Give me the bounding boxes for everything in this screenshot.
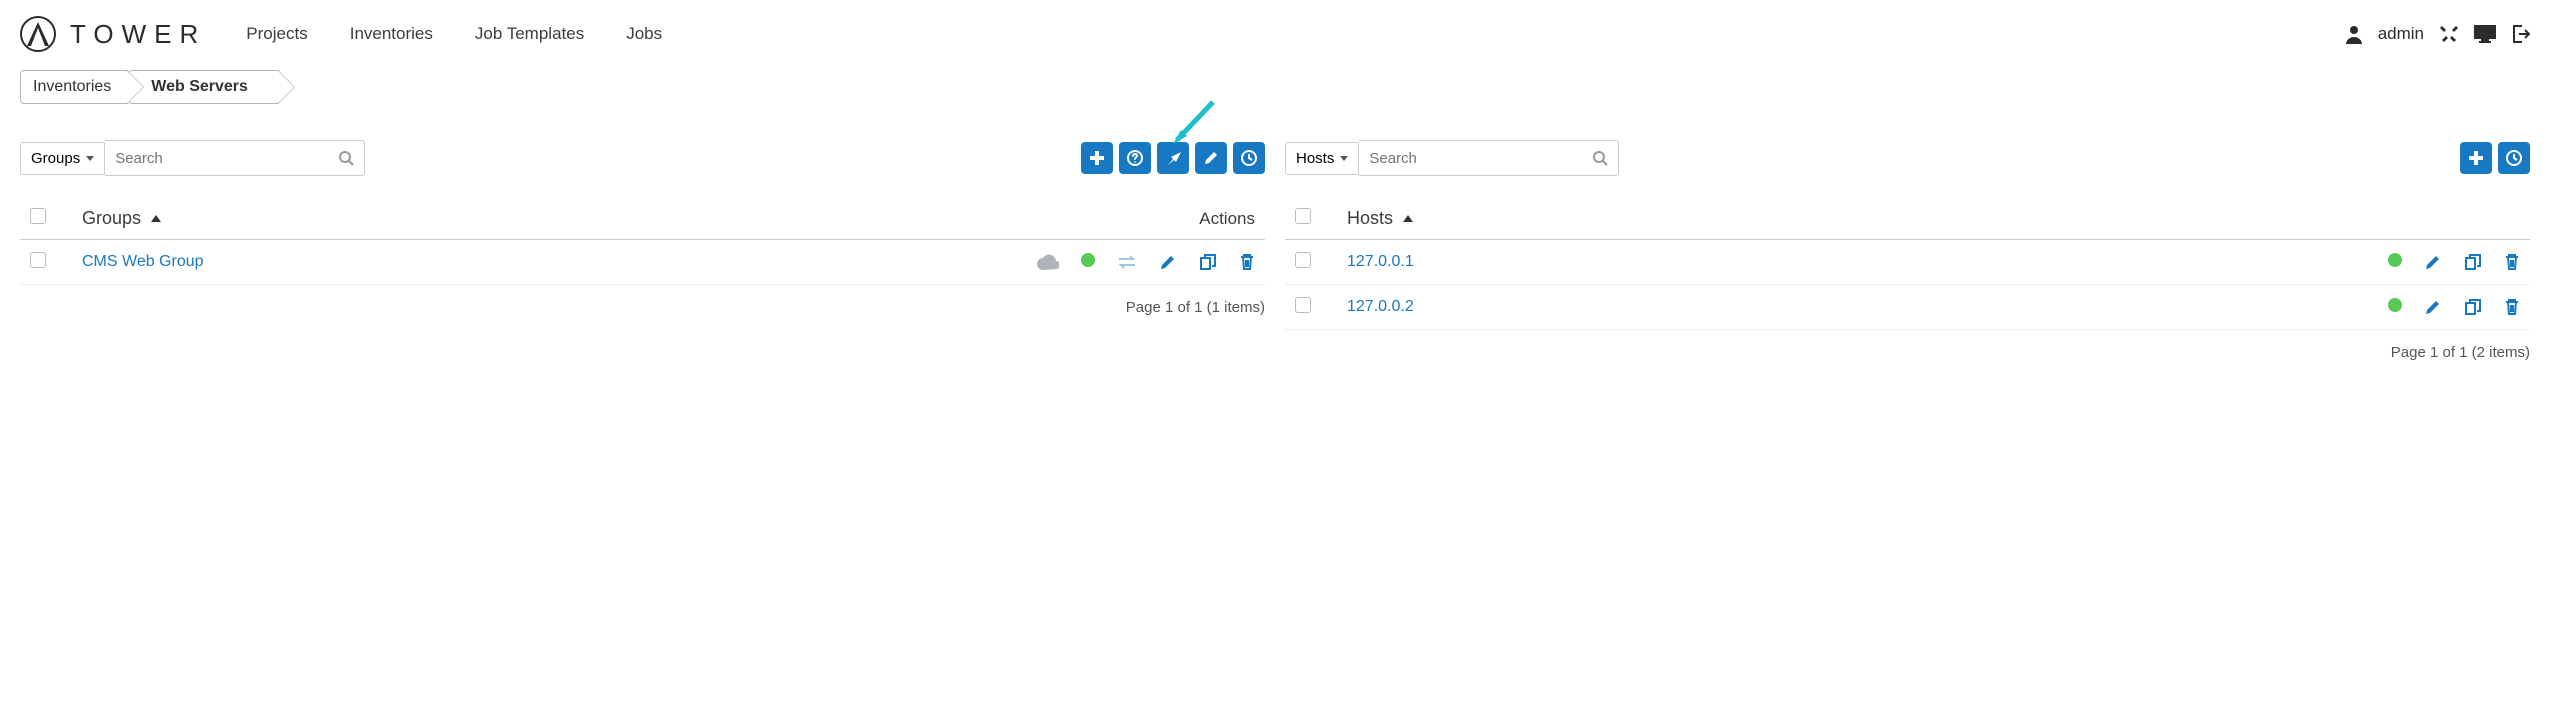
- hosts-filter-dropdown[interactable]: Hosts: [1285, 142, 1359, 175]
- app-header: TOWER Projects Inventories Job Templates…: [20, 10, 2530, 58]
- nav-projects[interactable]: Projects: [246, 24, 307, 44]
- group-name-link[interactable]: CMS Web Group: [82, 253, 204, 270]
- header-right: admin: [2344, 24, 2530, 44]
- logo-text: TOWER: [70, 19, 206, 50]
- search-icon: [338, 150, 354, 166]
- cloud-icon[interactable]: [1037, 253, 1059, 271]
- row-checkbox[interactable]: [1295, 252, 1311, 268]
- hosts-list-header: Hosts: [1285, 198, 2530, 240]
- edit-icon[interactable]: [1159, 253, 1177, 271]
- status-indicator[interactable]: [2388, 298, 2402, 312]
- nav-job-templates[interactable]: Job Templates: [475, 24, 584, 44]
- host-name-link[interactable]: 127.0.0.2: [1347, 298, 1414, 315]
- caret-down-icon: [1340, 156, 1348, 161]
- groups-toolbar: Groups: [20, 140, 1265, 176]
- select-all-checkbox[interactable]: [30, 208, 46, 224]
- run-button[interactable]: [1157, 142, 1189, 174]
- breadcrumb-label: Inventories: [33, 78, 111, 96]
- help-button[interactable]: [1119, 142, 1151, 174]
- breadcrumb-item[interactable]: Inventories: [20, 70, 128, 104]
- groups-search[interactable]: [105, 140, 365, 176]
- nav-inventories[interactable]: Inventories: [350, 24, 433, 44]
- host-name-link[interactable]: 127.0.0.1: [1347, 253, 1414, 270]
- monitor-icon[interactable]: [2474, 25, 2496, 43]
- logout-icon[interactable]: [2510, 24, 2530, 44]
- edit-inventory-button[interactable]: [1195, 142, 1227, 174]
- row-checkbox[interactable]: [1295, 297, 1311, 313]
- select-all-hosts-checkbox[interactable]: [1295, 208, 1311, 224]
- search-icon: [1592, 150, 1608, 166]
- hosts-search[interactable]: [1359, 140, 1619, 176]
- delete-icon[interactable]: [2504, 253, 2520, 271]
- caret-down-icon: [86, 156, 94, 161]
- copy-icon[interactable]: [2464, 253, 2482, 271]
- groups-search-input[interactable]: [115, 150, 338, 167]
- sort-asc-icon: [1403, 215, 1413, 222]
- settings-icon[interactable]: [2438, 24, 2460, 44]
- sync-icon[interactable]: [1117, 253, 1137, 271]
- delete-icon[interactable]: [1239, 253, 1255, 271]
- filter-label: Groups: [31, 150, 80, 167]
- schedule-button[interactable]: [1233, 142, 1265, 174]
- copy-icon[interactable]: [1199, 253, 1217, 271]
- copy-icon[interactable]: [2464, 298, 2482, 316]
- col-actions: Actions: [995, 209, 1255, 229]
- col-hosts[interactable]: Hosts: [1347, 208, 1393, 229]
- nav-jobs[interactable]: Jobs: [626, 24, 662, 44]
- breadcrumb-label: Web Servers: [151, 78, 248, 96]
- add-host-button[interactable]: [2460, 142, 2492, 174]
- breadcrumb: Inventories Web Servers: [20, 70, 279, 104]
- sort-asc-icon: [151, 215, 161, 222]
- hosts-search-input[interactable]: [1369, 150, 1592, 167]
- row-checkbox[interactable]: [30, 252, 46, 268]
- logo-mark: [20, 16, 56, 52]
- add-button[interactable]: [1081, 142, 1113, 174]
- user-name[interactable]: admin: [2378, 24, 2424, 44]
- status-indicator[interactable]: [2388, 253, 2402, 267]
- host-row: 127.0.0.1: [1285, 240, 2530, 285]
- breadcrumb-item-active[interactable]: Web Servers: [128, 70, 279, 104]
- col-groups[interactable]: Groups: [82, 208, 141, 229]
- schedule-hosts-button[interactable]: [2498, 142, 2530, 174]
- edit-icon[interactable]: [2424, 253, 2442, 271]
- hosts-toolbar: Hosts: [1285, 140, 2530, 176]
- delete-icon[interactable]: [2504, 298, 2520, 316]
- groups-pager: Page 1 of 1 (1 items): [20, 285, 1265, 330]
- host-row: 127.0.0.2: [1285, 285, 2530, 330]
- groups-filter-dropdown[interactable]: Groups: [20, 142, 105, 175]
- logo[interactable]: TOWER: [20, 16, 206, 52]
- user-icon[interactable]: [2344, 24, 2364, 44]
- status-indicator[interactable]: [1081, 253, 1095, 267]
- main-nav: Projects Inventories Job Templates Jobs: [246, 24, 662, 44]
- filter-label: Hosts: [1296, 150, 1334, 167]
- edit-icon[interactable]: [2424, 298, 2442, 316]
- group-row: CMS Web Group: [20, 240, 1265, 285]
- hosts-pager: Page 1 of 1 (2 items): [1285, 330, 2530, 375]
- groups-list-header: Groups Actions: [20, 198, 1265, 240]
- hosts-panel: Hosts Hosts: [1285, 140, 2530, 375]
- groups-panel: Groups: [20, 140, 1265, 375]
